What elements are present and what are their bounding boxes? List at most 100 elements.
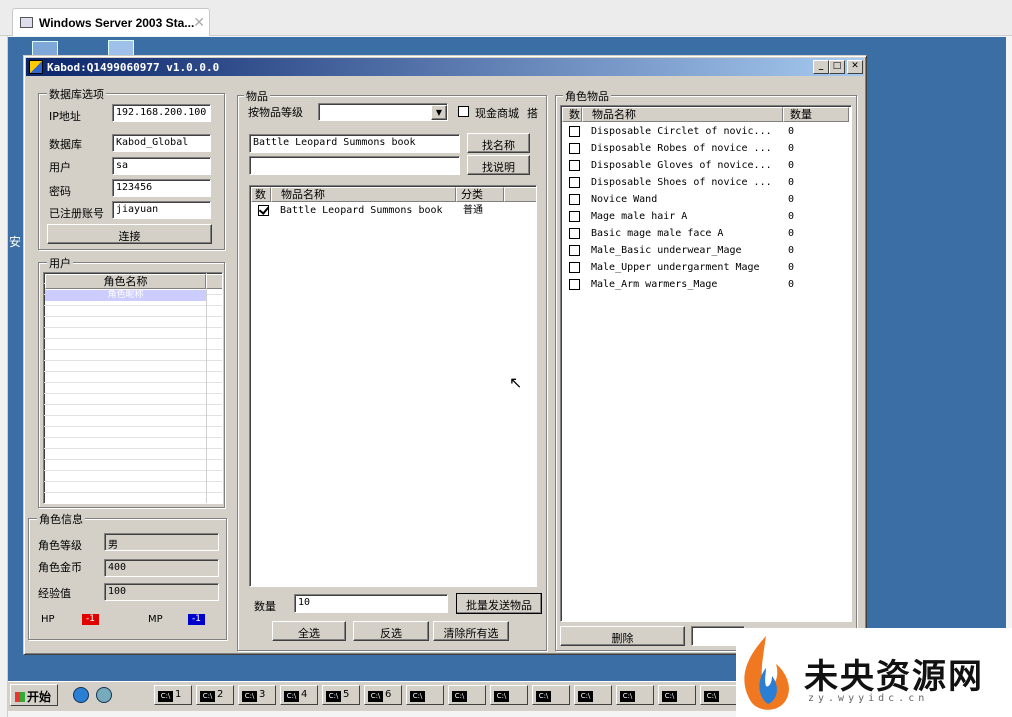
char-items-row-qty: 0 bbox=[788, 279, 795, 290]
taskbar-console-button[interactable]: C:\ 3 bbox=[238, 685, 276, 705]
taskbar-console-button[interactable]: C:\ 6 bbox=[364, 685, 402, 705]
char-items-row-name: Mage male hair A bbox=[591, 211, 688, 222]
taskbar-console-button[interactable]: C:\ bbox=[532, 685, 570, 705]
hp-value: -1 bbox=[82, 614, 99, 625]
quantity-input[interactable]: 10 bbox=[294, 594, 448, 613]
taskbar-console-button[interactable]: C:\ bbox=[658, 685, 696, 705]
char-items-col-qty[interactable]: 数量 bbox=[783, 107, 849, 122]
char-items-row[interactable]: Male_Basic underwear_Mage 0 bbox=[561, 242, 851, 259]
items-row-checkbox[interactable] bbox=[258, 205, 269, 216]
taskbar-console-button[interactable]: C:\ bbox=[700, 685, 738, 705]
taskbar-console-button[interactable]: C:\ bbox=[406, 685, 444, 705]
taskbar-console-button[interactable]: C:\ 5 bbox=[322, 685, 360, 705]
minimize-button[interactable]: _ bbox=[813, 60, 829, 74]
char-items-row-checkbox[interactable] bbox=[569, 160, 580, 171]
search-name-input[interactable]: Battle Leopard Summons book bbox=[249, 134, 460, 153]
ie-quicklaunch-icon[interactable] bbox=[73, 687, 89, 703]
char-items-row[interactable]: Novice Wand 0 bbox=[561, 191, 851, 208]
char-items-list[interactable]: 数 物品名称 数量 Disposable Circlet of novic...… bbox=[560, 105, 852, 622]
char-items-row-checkbox[interactable] bbox=[569, 126, 580, 137]
taskbar-console-button[interactable]: C:\ bbox=[574, 685, 612, 705]
cash-shop-checkbox[interactable] bbox=[458, 106, 469, 117]
console-icon: C:\ bbox=[326, 691, 341, 702]
char-items-row-qty: 0 bbox=[788, 245, 795, 256]
char-items-row-checkbox[interactable] bbox=[569, 262, 580, 273]
search-desc-input[interactable] bbox=[249, 156, 460, 175]
delete-button[interactable]: 删除 bbox=[560, 626, 685, 646]
users-selected-row[interactable]: 角色昵称 bbox=[45, 290, 206, 301]
taskbar-console-button[interactable]: C:\ 1 bbox=[154, 685, 192, 705]
char-items-row[interactable]: Mage male hair A 0 bbox=[561, 208, 851, 225]
batch-send-button[interactable]: 批量发送物品 bbox=[456, 593, 542, 614]
char-items-row[interactable]: Male_Upper undergarment Mage 0 bbox=[561, 259, 851, 276]
grade-label: 按物品等级 bbox=[248, 106, 303, 119]
char-items-row-checkbox[interactable] bbox=[569, 194, 580, 205]
close-button[interactable]: ✕ bbox=[847, 60, 863, 74]
taskbar-console-button[interactable]: C:\ bbox=[448, 685, 486, 705]
char-items-row-name: Male_Upper undergarment Mage bbox=[591, 262, 760, 273]
char-info-label: 角色信息 bbox=[37, 511, 85, 527]
taskbar-console-button[interactable]: C:\ bbox=[490, 685, 528, 705]
char-items-row[interactable]: Disposable Circlet of novic... 0 bbox=[561, 123, 851, 140]
char-items-col-check[interactable]: 数 bbox=[562, 107, 582, 122]
search-desc-button[interactable]: 找说明 bbox=[467, 155, 530, 175]
flame-logo-icon bbox=[744, 636, 789, 710]
char-items-row[interactable]: Disposable Gloves of novice... 0 bbox=[561, 157, 851, 174]
users-grid[interactable]: 角色名称 角色昵称 bbox=[43, 272, 223, 504]
char-items-row-qty: 0 bbox=[788, 126, 795, 137]
app-title[interactable]: Kabod:Q1499060977 v1.0.0.0 bbox=[26, 58, 864, 76]
app-icon bbox=[29, 60, 43, 74]
items-row[interactable]: Battle Leopard Summons book 普通 bbox=[250, 202, 536, 219]
clear-all-button[interactable]: 清除所有选 bbox=[433, 621, 509, 641]
char-items-row-checkbox[interactable] bbox=[569, 177, 580, 188]
taskbar-console-button[interactable]: C:\ 4 bbox=[280, 685, 318, 705]
char-items-row-checkbox[interactable] bbox=[569, 245, 580, 256]
maximize-button[interactable]: □ bbox=[829, 60, 845, 74]
char-items-row[interactable]: Disposable Shoes of novice ... 0 bbox=[561, 174, 851, 191]
gold-label: 角色金币 bbox=[38, 561, 82, 574]
account-field[interactable]: jiayuan bbox=[112, 201, 211, 219]
gold-field: 400 bbox=[104, 559, 219, 577]
user-field[interactable]: sa bbox=[112, 157, 211, 175]
taskbar-console-button[interactable]: C:\ 2 bbox=[196, 685, 234, 705]
password-label: 密码 bbox=[49, 185, 71, 198]
watermark-url: zy.wyyidc.cn bbox=[808, 693, 929, 704]
char-items-row[interactable]: Disposable Robes of novice ... 0 bbox=[561, 140, 851, 157]
console-icon: C:\ bbox=[284, 691, 299, 702]
console-icon: C:\ bbox=[662, 691, 677, 702]
ip-field[interactable]: 192.168.200.100 bbox=[112, 104, 211, 122]
explorer-quicklaunch-icon[interactable] bbox=[96, 687, 112, 703]
grade-select[interactable] bbox=[318, 103, 448, 121]
database-field[interactable]: Kabod_Global bbox=[112, 134, 211, 152]
char-items-row-checkbox[interactable] bbox=[569, 279, 580, 290]
console-icon: C:\ bbox=[620, 691, 635, 702]
exp-field: 100 bbox=[104, 583, 219, 601]
password-field[interactable]: 123456 bbox=[112, 179, 211, 197]
search-name-button[interactable]: 找名称 bbox=[467, 133, 530, 153]
items-list[interactable]: 数 物品名称 分类 Battle Leopard Summons book 普通 bbox=[249, 185, 537, 587]
items-col-category[interactable]: 分类 bbox=[456, 187, 504, 202]
browser-left-strip bbox=[0, 36, 8, 717]
desktop-label: 安 bbox=[9, 235, 22, 249]
invert-selection-button[interactable]: 反选 bbox=[353, 621, 429, 641]
char-items-row-checkbox[interactable] bbox=[569, 228, 580, 239]
char-items-row-checkbox[interactable] bbox=[569, 143, 580, 154]
items-col-check[interactable]: 数 bbox=[251, 187, 271, 202]
char-items-col-name[interactable]: 物品名称 bbox=[582, 107, 783, 122]
user-label: 用户 bbox=[49, 161, 71, 174]
mp-label: MP bbox=[148, 614, 163, 625]
items-col-name[interactable]: 物品名称 bbox=[271, 187, 456, 202]
taskbar-console-button[interactable]: C:\ bbox=[616, 685, 654, 705]
browser-tab[interactable]: Windows Server 2003 Sta... ✕ bbox=[12, 8, 210, 36]
char-items-row-name: Male_Arm warmers_Mage bbox=[591, 279, 718, 290]
select-all-button[interactable]: 全选 bbox=[272, 621, 346, 641]
char-items-row[interactable]: Basic mage male face A 0 bbox=[561, 225, 851, 242]
tab-close-icon[interactable]: ✕ bbox=[193, 14, 205, 31]
start-button[interactable]: 开始 bbox=[10, 684, 58, 706]
char-items-row-checkbox[interactable] bbox=[569, 211, 580, 222]
grade-dropdown-icon[interactable]: ▼ bbox=[431, 105, 447, 120]
connect-button[interactable]: 连接 bbox=[47, 224, 212, 244]
users-column-header[interactable]: 角色名称 bbox=[45, 274, 206, 289]
console-icon: C:\ bbox=[368, 691, 383, 702]
char-items-row[interactable]: Male_Arm warmers_Mage 0 bbox=[561, 276, 851, 293]
